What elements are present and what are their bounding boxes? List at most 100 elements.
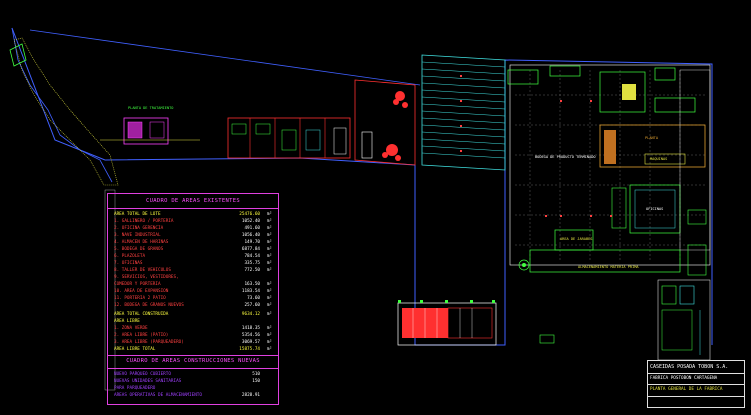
cad-drawing-canvas: PLANTA DE TRATAMIENTO BODEGA DE PRODUCTO… bbox=[0, 0, 751, 415]
free-total-label: AREA LIBRE TOTAL bbox=[114, 347, 156, 352]
built-area-label: AREA TOTAL CONSTRUIDA bbox=[114, 312, 169, 317]
existing-area-label: 3. NAVE INDUSTRIAL bbox=[114, 233, 161, 238]
existing-area-value: 149.70 bbox=[244, 240, 260, 245]
free-total-value: 15875.74 bbox=[239, 347, 260, 352]
bodega-granos bbox=[354, 79, 416, 166]
free-area-row: 1. ZONA VERDE 1418.35 m² bbox=[114, 325, 272, 332]
built-area-value: 9634.12 bbox=[241, 312, 260, 317]
existing-table-title: CUADRO DE AREAS EXISTENTES bbox=[146, 198, 240, 204]
unit: m² bbox=[266, 326, 272, 331]
existing-area-row: 10. AREA DE EXPANSION 1183.54 m² bbox=[114, 288, 272, 295]
unit: m² bbox=[266, 212, 272, 217]
new-area-row: NUEVO PARQUEO CUBIERTO 510 bbox=[114, 371, 272, 378]
free-area-label: 2. AREA LIBRE (PATIO) bbox=[114, 333, 169, 338]
existing-area-row: 1. GALLINERO / PORTERIA 1052.40 m² bbox=[114, 218, 272, 225]
free-total-row: AREA LIBRE TOTAL 15875.74 m² bbox=[114, 346, 272, 353]
parking-area bbox=[421, 54, 506, 171]
areas-table: CUADRO DE AREAS EXISTENTES AREA TOTAL DE… bbox=[107, 193, 279, 405]
free-area-value: 5354.56 bbox=[241, 333, 260, 338]
existing-area-value: 257.60 bbox=[244, 303, 260, 308]
existing-area-label: 4. ALMACEN DE HARINAS bbox=[114, 240, 169, 245]
label-bodega: BODEGA DE PRODUCTO TERMINADO bbox=[535, 155, 596, 159]
existing-area-label: 11. PORTERIA 2 PATIO bbox=[114, 296, 166, 301]
title-block: CASEIDAS POSADA TOBON S.A. FABRICA POSTO… bbox=[647, 360, 745, 408]
new-area-row: NUEVAS UNIDADES SANITARIAS 150 bbox=[114, 378, 272, 385]
label-porteria: PLANTA DE TRATAMIENTO bbox=[128, 106, 174, 110]
existing-area-value: 335.75 bbox=[244, 261, 260, 266]
unit: m² bbox=[266, 347, 272, 352]
free-area-row: 3. AREA LIBRE (PARQUEADERO) 3069.57 m² bbox=[114, 339, 272, 346]
road-line bbox=[29, 29, 421, 86]
existing-area-row: 4. ALMACEN DE HARINAS 149.70 m² bbox=[114, 239, 272, 246]
free-area-row: 2. AREA LIBRE (PATIO) 5354.56 m² bbox=[114, 332, 272, 339]
unit: m² bbox=[266, 289, 272, 294]
existing-area-row: 6. PLAZOLETA 784.54 m² bbox=[114, 253, 272, 260]
total-area-value: 25476.60 bbox=[239, 212, 260, 217]
unit: m² bbox=[266, 296, 272, 301]
unit: m² bbox=[266, 282, 272, 287]
existing-area-row: 5. BODEGA DE GRANOS 6877.84 m² bbox=[114, 246, 272, 253]
project-name: FABRICA POSTOBON CARTAGENA bbox=[650, 376, 718, 381]
existing-area-value: 6877.84 bbox=[241, 247, 260, 252]
free-area-header: AREA LIBRE bbox=[114, 318, 272, 325]
existing-area-value: 784.54 bbox=[244, 254, 260, 259]
new-area-label: AREAS OPERATIVAS DE ALMACENAMIENTO bbox=[114, 393, 202, 398]
unit: m² bbox=[266, 233, 272, 238]
free-area-header-label: AREA LIBRE bbox=[114, 319, 140, 324]
existing-area-value: 1056.40 bbox=[241, 233, 260, 238]
unit: m² bbox=[266, 254, 272, 259]
unit: m² bbox=[266, 247, 272, 252]
total-area-row: AREA TOTAL DE LOTE 25476.60 m² bbox=[114, 211, 272, 218]
existing-area-value: 772.50 bbox=[244, 268, 260, 273]
existing-area-row: 7. OFICINAS 335.75 m² bbox=[114, 260, 272, 267]
existing-area-label: COMEDOR Y PORTERIA bbox=[114, 282, 161, 287]
existing-area-row: COMEDOR Y PORTERIA 163.50 m² bbox=[114, 281, 272, 288]
new-table-title: CUADRO DE AREAS CONSTRUCCIONES NUEVAS bbox=[126, 358, 260, 364]
label-almacen: ALMACENAMIENTO MATERIA PRIMA bbox=[578, 265, 639, 269]
main-plant bbox=[507, 64, 711, 276]
existing-area-label: 2. OFICINA GERENCIA bbox=[114, 226, 164, 231]
existing-area-label: 7. OFICINAS bbox=[114, 261, 143, 266]
utilities-area bbox=[657, 279, 711, 361]
new-area-label: NUEVAS UNIDADES SANITARIAS bbox=[114, 379, 182, 384]
offices-block bbox=[227, 117, 351, 159]
existing-area-row: 9. SERVICIOS, VESTIDORES, bbox=[114, 274, 272, 281]
label-oficinas: OFICINAS bbox=[646, 207, 664, 211]
existing-area-label: 9. SERVICIOS, VESTIDORES, bbox=[114, 275, 179, 280]
existing-area-row: 3. NAVE INDUSTRIAL 1056.40 m² bbox=[114, 232, 272, 239]
unit: m² bbox=[266, 240, 272, 245]
unit: m² bbox=[266, 303, 272, 308]
existing-area-row: 8. TALLER DE VEHICULOS 772.50 m² bbox=[114, 267, 272, 274]
label-planta: PLANTA bbox=[645, 136, 658, 140]
new-area-value: 510 bbox=[252, 372, 260, 377]
unit: m² bbox=[266, 340, 272, 345]
new-area-value: 150 bbox=[252, 379, 260, 384]
existing-area-value: 491.60 bbox=[244, 226, 260, 231]
unit: m² bbox=[266, 261, 272, 266]
new-area-label: PARA PARQUEADERO bbox=[114, 386, 156, 391]
existing-area-label: 6. PLAZOLETA bbox=[114, 254, 146, 259]
existing-area-value: 1052.40 bbox=[241, 219, 260, 224]
label-area-jarabes: AREA DE JARABES bbox=[560, 237, 593, 241]
existing-area-value: 1183.54 bbox=[241, 289, 260, 294]
company-name: CASEIDAS POSADA TOBON S.A. bbox=[650, 364, 729, 370]
label-maquinas: MAQUINAS bbox=[650, 157, 668, 161]
new-area-label: NUEVO PARQUEO CUBIERTO bbox=[114, 372, 171, 377]
new-area-row: PARA PARQUEADERO bbox=[114, 385, 272, 392]
unit: m² bbox=[266, 312, 272, 317]
new-parking-structure bbox=[397, 300, 497, 346]
free-area-value: 1418.35 bbox=[241, 326, 260, 331]
built-area-row: AREA TOTAL CONSTRUIDA 9634.12 m² bbox=[114, 311, 272, 318]
existing-area-label: 5. BODEGA DE GRANOS bbox=[114, 247, 164, 252]
unit: m² bbox=[266, 333, 272, 338]
free-area-label: 1. ZONA VERDE bbox=[114, 326, 148, 331]
existing-area-value: 73.60 bbox=[247, 296, 260, 301]
existing-area-value: 163.50 bbox=[244, 282, 260, 287]
existing-area-label: 10. AREA DE EXPANSION bbox=[114, 289, 169, 294]
existing-area-label: 8. TALLER DE VEHICULOS bbox=[114, 268, 171, 273]
existing-area-row: 12. BODEGA DE GRANOS NUEVOS 257.60 m² bbox=[114, 302, 272, 309]
free-area-value: 3069.57 bbox=[241, 340, 260, 345]
slope-zone bbox=[13, 37, 119, 186]
existing-area-row: 11. PORTERIA 2 PATIO 73.60 m² bbox=[114, 295, 272, 302]
west-boundary bbox=[11, 27, 113, 183]
